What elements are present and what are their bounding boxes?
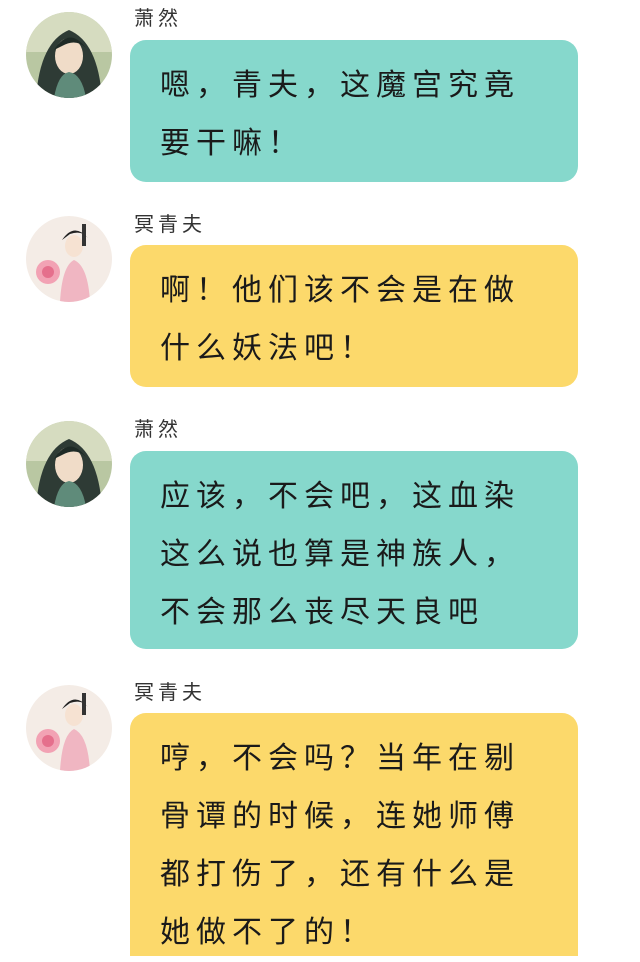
avatar[interactable] xyxy=(26,12,112,98)
sender-name: 冥青夫 xyxy=(134,680,206,704)
sender-name: 冥青夫 xyxy=(134,212,206,236)
avatar[interactable] xyxy=(26,685,112,771)
message-bubble: 啊！他们该不会是在做什么妖法吧！ xyxy=(130,245,578,387)
mingqingfu-avatar-image xyxy=(26,685,112,771)
message-bubble: 应该，不会吧，这血染这么说也算是神族人，不会那么丧尽天良吧 xyxy=(130,451,578,649)
xiaoran-avatar-image xyxy=(26,421,112,507)
xiaoran-avatar-image xyxy=(26,12,112,98)
avatar[interactable] xyxy=(26,216,112,302)
sender-name: 萧然 xyxy=(134,417,182,441)
mingqingfu-avatar-image xyxy=(26,216,112,302)
sender-name: 萧然 xyxy=(134,6,182,30)
avatar[interactable] xyxy=(26,421,112,507)
message-bubble: 嗯，青夫，这魔宫究竟要干嘛！ xyxy=(130,40,578,182)
message-bubble: 哼，不会吗？当年在剔骨谭的时候，连她师傅都打伤了，还有什么是她做不了的！ xyxy=(130,713,578,956)
